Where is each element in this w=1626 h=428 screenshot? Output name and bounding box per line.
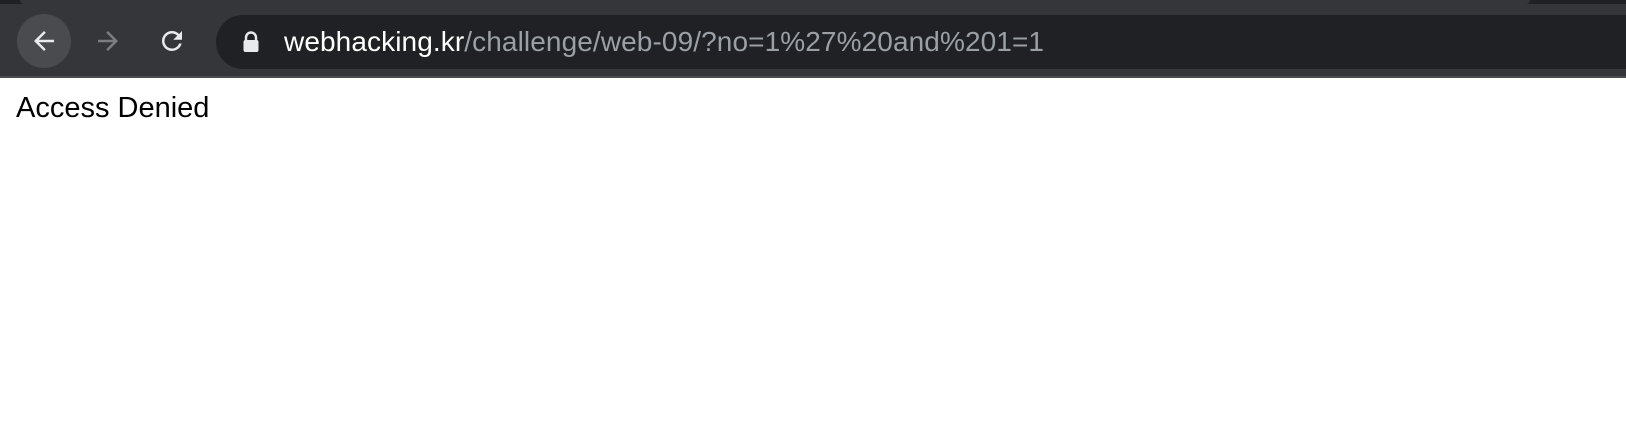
reload-button[interactable] — [145, 14, 199, 68]
back-arrow-icon — [34, 31, 54, 51]
url-text[interactable]: webhacking.kr/challenge/web-09/?no=1%27%… — [284, 15, 1044, 69]
back-button[interactable] — [17, 14, 71, 68]
page-content: Access Denied — [0, 78, 1626, 428]
navigation-bar: webhacking.kr/challenge/web-09/?no=1%27%… — [0, 4, 1626, 78]
browser-toolbar: webhacking.kr/challenge/web-09/?no=1%27%… — [0, 0, 1626, 78]
forward-arrow-icon — [98, 31, 118, 51]
lock-icon[interactable] — [242, 31, 260, 53]
address-bar[interactable]: webhacking.kr/challenge/web-09/?no=1%27%… — [216, 15, 1626, 69]
access-denied-message: Access Denied — [16, 92, 210, 124]
forward-button[interactable] — [81, 14, 135, 68]
reload-icon — [161, 30, 182, 51]
url-host: webhacking.kr — [284, 26, 465, 57]
url-path: /challenge/web-09/?no=1%27%20and%201=1 — [464, 26, 1045, 57]
